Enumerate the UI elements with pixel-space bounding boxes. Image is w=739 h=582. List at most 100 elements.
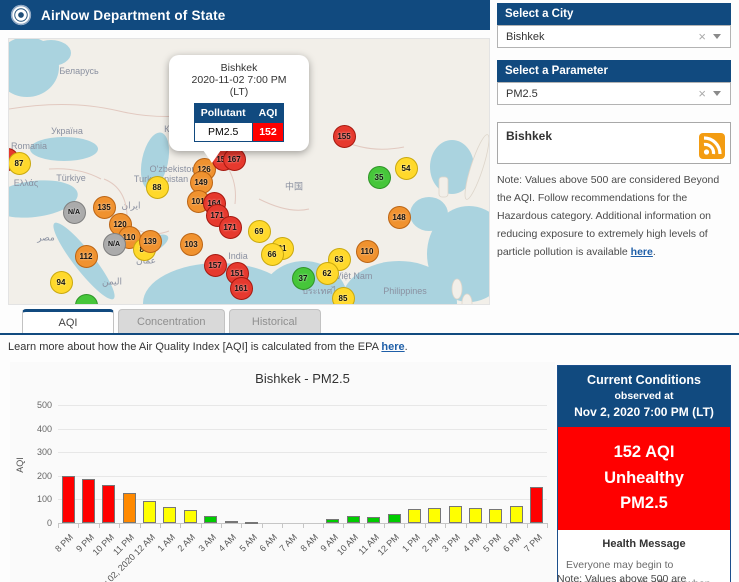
chart-bar-9-pm[interactable]: [82, 479, 95, 523]
map-marker[interactable]: 94: [50, 271, 73, 294]
chart-x-tick: [445, 524, 446, 528]
chart-x-tick: [506, 524, 507, 528]
chart-x-tick: [547, 524, 548, 528]
chart-bar-4-am[interactable]: [225, 521, 238, 523]
map-marker[interactable]: N/A: [63, 201, 86, 224]
chart-bar-6-pm[interactable]: [510, 506, 523, 523]
map-marker[interactable]: 69: [248, 220, 271, 243]
map-marker[interactable]: 66: [261, 243, 284, 266]
map-marker[interactable]: 87: [8, 152, 31, 175]
rss-city-label: Bishkek: [506, 129, 552, 143]
select-parameter-header: Select a Parameter: [497, 60, 731, 82]
map-marker[interactable]: 54: [395, 157, 418, 180]
chart-title: Bishkek - PM2.5: [58, 371, 547, 386]
aqi-note-text: Note: Values above 500 are considered Be…: [497, 171, 733, 261]
map-popup[interactable]: Bishkek 2020-11-02 7:00 PM (LT) Pollutan…: [169, 55, 309, 151]
map-marker[interactable]: 112: [75, 245, 98, 268]
map-marker[interactable]: 103: [180, 233, 203, 256]
chart-y-tick-label: 200: [14, 471, 52, 481]
map-marker[interactable]: 62: [316, 262, 339, 285]
note-here-link[interactable]: here: [631, 246, 653, 258]
tab-concentration[interactable]: Concentration: [118, 309, 225, 333]
chart-gridline: [58, 405, 547, 406]
rss-icon[interactable]: [699, 133, 725, 159]
chart-x-tick: [364, 524, 365, 528]
tab-aqi[interactable]: AQI: [22, 309, 114, 333]
learn-more-suffix: .: [405, 341, 408, 353]
chart-bar-10-am[interactable]: [347, 516, 360, 523]
chart-x-tick: [201, 524, 202, 528]
note-prefix: Note: Values above 500 are considered Be…: [497, 174, 719, 258]
map-marker[interactable]: 37: [292, 267, 315, 290]
observed-at-label: observed at: [562, 390, 726, 402]
chart-bar-1-am[interactable]: [163, 507, 176, 523]
chart-gridline: [58, 429, 547, 430]
observation-datetime: Nov 2, 2020 7:00 PM (LT): [562, 405, 726, 419]
select-city-title: Select a City: [505, 8, 573, 20]
chart-x-tick: [78, 524, 79, 528]
chart-x-tick: [282, 524, 283, 528]
map-marker[interactable]: 85: [332, 287, 355, 306]
chart-bar-5-am[interactable]: [245, 522, 258, 524]
chart-bar-5-pm[interactable]: [489, 509, 502, 523]
chart-bar-2-am[interactable]: [184, 510, 197, 523]
chart-bar-10-pm[interactable]: [102, 485, 115, 523]
chart-x-tick: [180, 524, 181, 528]
chart-x-tick: [221, 524, 222, 528]
chart-bar-3-pm[interactable]: [449, 506, 462, 523]
chart-bar-12-pm[interactable]: [388, 514, 401, 523]
map-marker[interactable]: 148: [388, 206, 411, 229]
aqi-value: 152 AQI: [562, 440, 726, 466]
popup-pollutant-value: PM2.5: [194, 123, 252, 142]
chart-x-tick: [404, 524, 405, 528]
popup-timezone: (LT): [175, 86, 303, 98]
parameter-select[interactable]: PM2.5 ×: [497, 82, 731, 105]
map-marker[interactable]: 155: [333, 125, 356, 148]
epa-link[interactable]: here: [381, 341, 404, 353]
map-marker[interactable]: 161: [230, 277, 253, 300]
aqi-world-map[interactable]: БеларусьУкраїнаКазақстанRomaniaΕλλάςTürk…: [8, 38, 490, 305]
chart-bar-nov-02-2020-12-am[interactable]: [143, 501, 156, 523]
map-marker[interactable]: 171: [219, 216, 242, 239]
chart-bar-7-pm[interactable]: [530, 487, 543, 523]
parameter-dropdown-arrow-icon[interactable]: [713, 91, 721, 96]
aqi-status-block: 152 AQI Unhealthy PM2.5: [558, 427, 730, 530]
chart-x-tick: [303, 524, 304, 528]
map-marker[interactable]: 35: [368, 166, 391, 189]
select-city-header: Select a City: [497, 3, 731, 25]
view-tabs: AQIConcentrationHistorical: [0, 309, 739, 335]
chart-bar-2-pm[interactable]: [428, 508, 441, 523]
chart-bar-8-pm[interactable]: [62, 476, 75, 523]
map-marker[interactable]: 139: [139, 230, 162, 253]
map-marker[interactable]: 110: [356, 240, 379, 263]
current-conditions-title: Current Conditions: [562, 373, 726, 387]
chart-y-tick-label: 400: [14, 424, 52, 434]
chart-bar-11-pm[interactable]: [123, 493, 136, 523]
tab-historical[interactable]: Historical: [229, 309, 321, 333]
chart-x-tick: [262, 524, 263, 528]
aqi-bar-chart: Bishkek - PM2.5 AQI 01002003004005008 PM…: [10, 362, 555, 582]
chart-x-tick: [486, 524, 487, 528]
map-marker[interactable]: N/A: [103, 233, 126, 256]
chart-y-tick-label: 0: [14, 518, 52, 528]
city-select[interactable]: Bishkek ×: [497, 25, 731, 48]
chart-bar-1-pm[interactable]: [408, 509, 421, 523]
city-dropdown-arrow-icon[interactable]: [713, 34, 721, 39]
parameter-clear-icon[interactable]: ×: [691, 86, 713, 101]
chart-bar-11-am[interactable]: [367, 517, 380, 523]
city-select-value: Bishkek: [506, 31, 691, 43]
parameter-select-value: PM2.5: [506, 88, 691, 100]
chart-x-tick: [99, 524, 100, 528]
city-clear-icon[interactable]: ×: [691, 29, 713, 44]
chart-bar-4-pm[interactable]: [469, 508, 482, 523]
chart-bar-9-am[interactable]: [326, 519, 339, 523]
chart-x-tick: [323, 524, 324, 528]
aqi-category: Unhealthy: [562, 466, 726, 492]
map-marker[interactable]: 88: [146, 176, 169, 199]
map-marker[interactable]: 157: [204, 254, 227, 277]
chart-x-tick: [241, 524, 242, 528]
chart-y-tick-label: 500: [14, 400, 52, 410]
chart-x-tick: [343, 524, 344, 528]
chart-bar-3-am[interactable]: [204, 516, 217, 523]
chart-y-tick-label: 300: [14, 447, 52, 457]
